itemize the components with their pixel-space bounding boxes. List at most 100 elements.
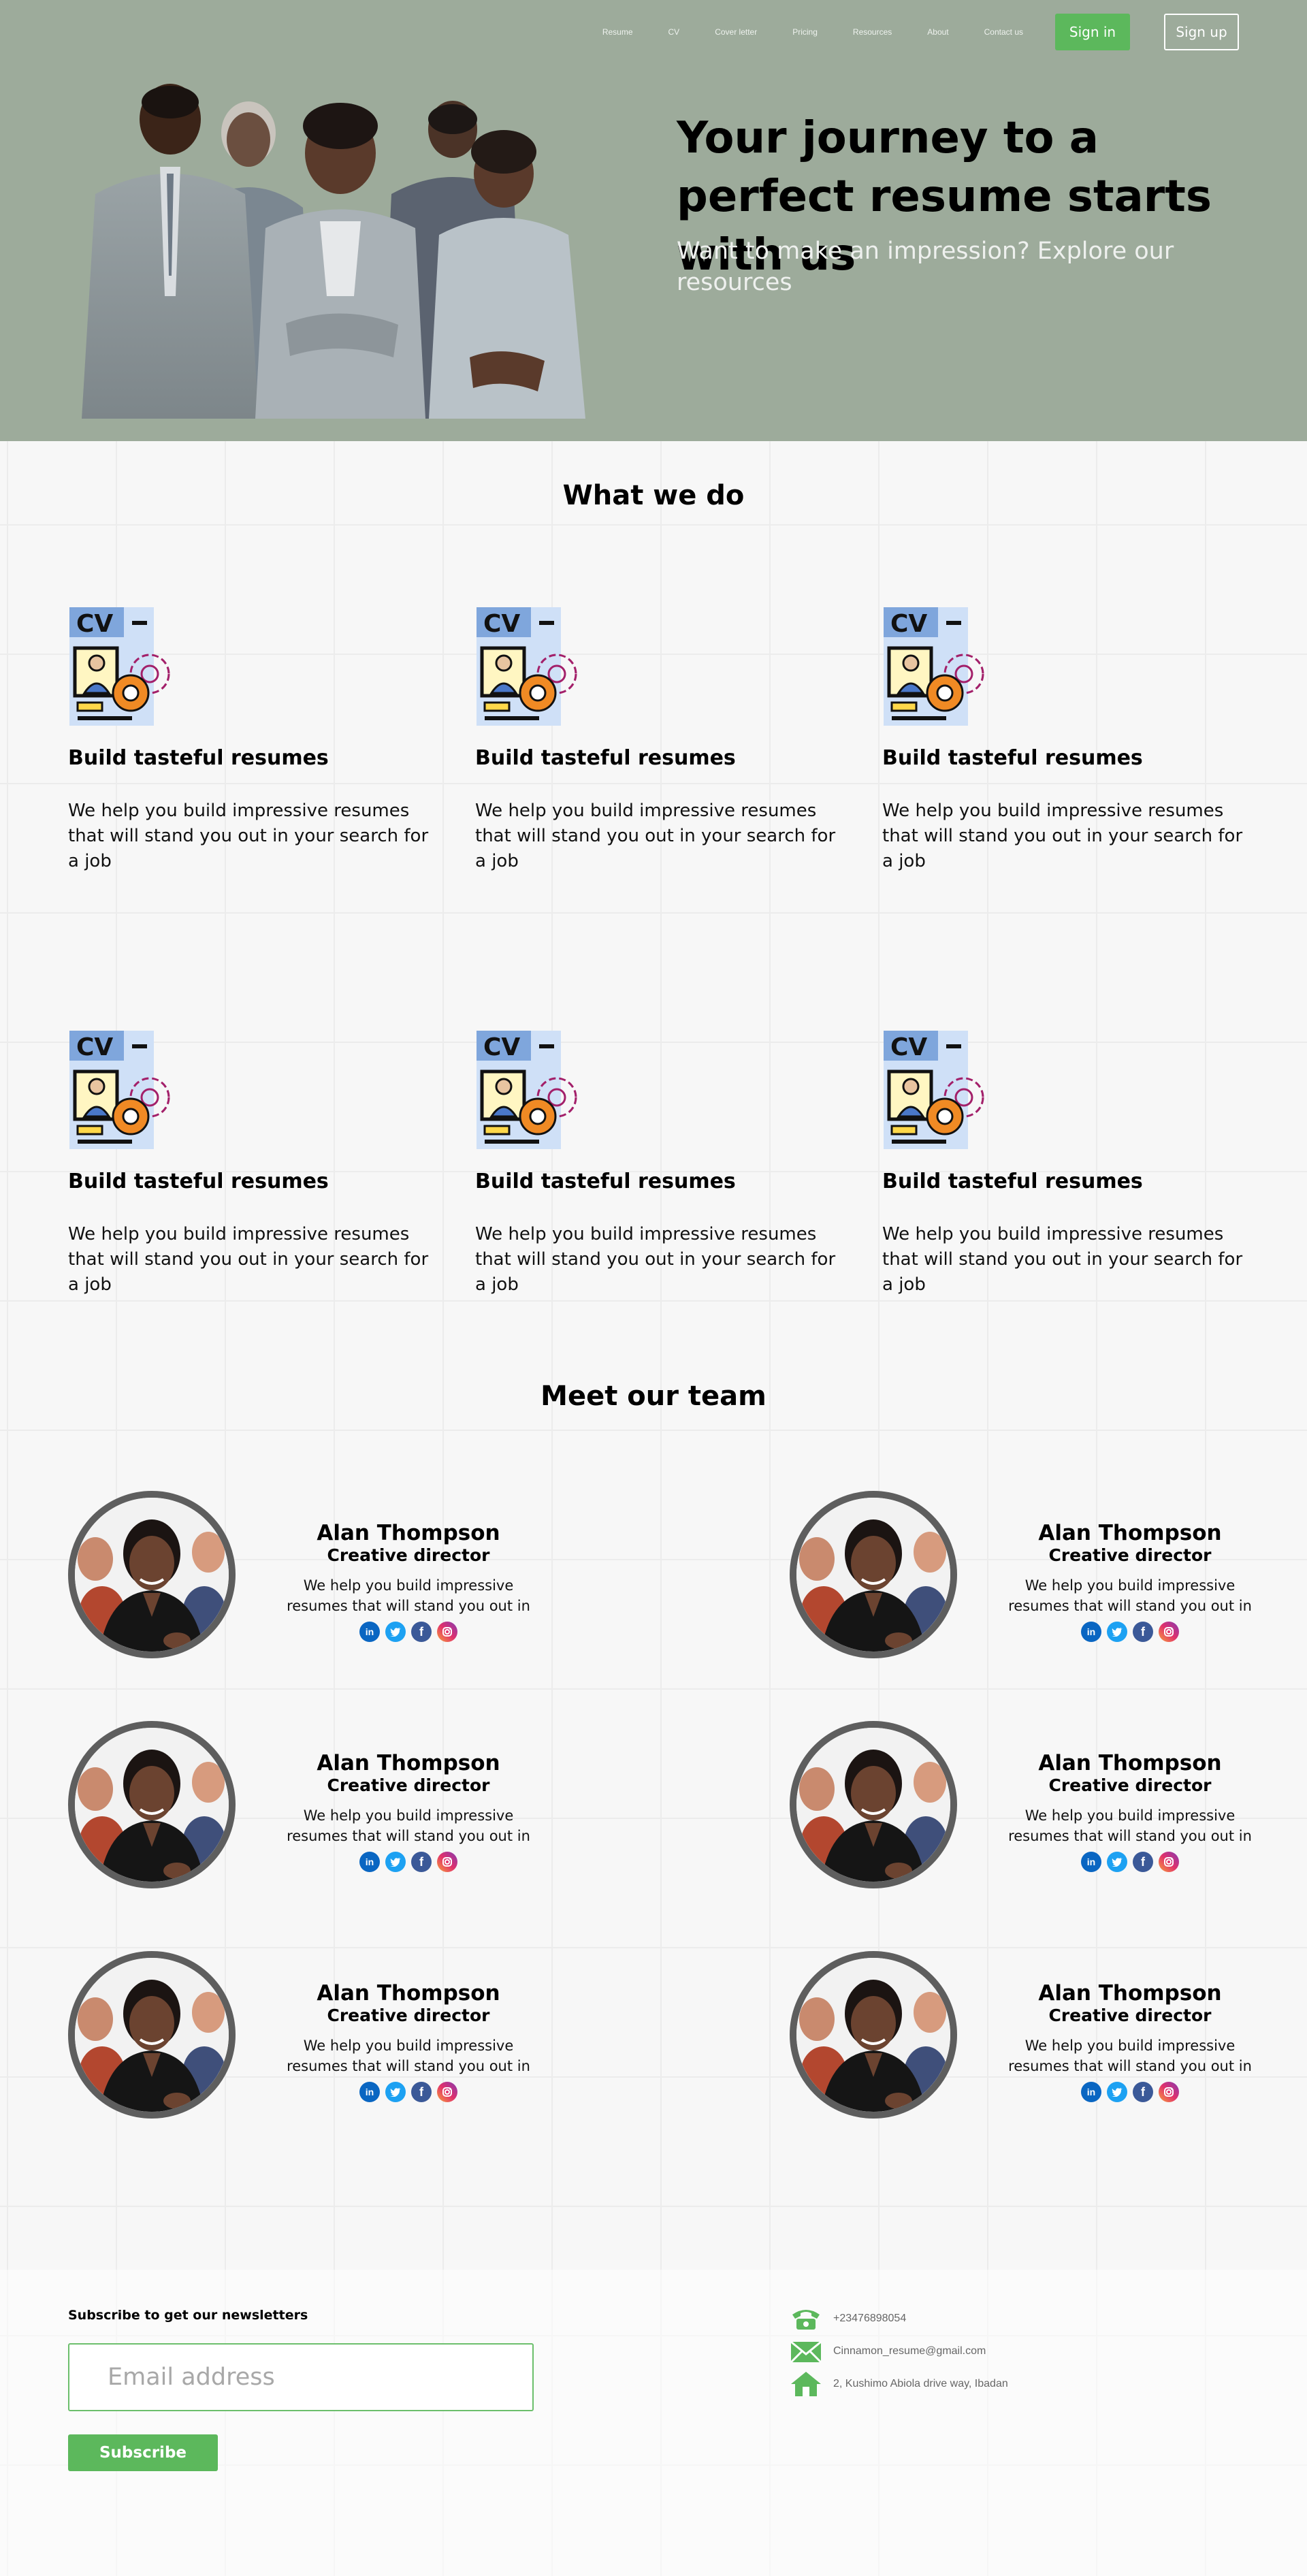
facebook-icon[interactable]: f — [1133, 1622, 1153, 1642]
service-title: Build tasteful resumes — [475, 746, 736, 770]
avatar — [790, 1721, 957, 1888]
social-links: in f — [272, 1622, 545, 1642]
member-bio: We help you build impressive resumes tha… — [287, 1577, 530, 1614]
hero-section: Resume CV Cover letter Pricing Resources… — [0, 0, 1307, 441]
portrait-image — [75, 1958, 229, 2112]
phone-icon — [792, 2310, 820, 2330]
member-info: Alan Thompson Creative director We help … — [994, 1521, 1266, 1642]
nav-link-cover-letter[interactable]: Cover letter — [715, 27, 757, 37]
team-member-card: Alan Thompson Creative director We help … — [68, 1491, 545, 1661]
twitter-icon[interactable] — [385, 1622, 406, 1642]
member-name: Alan Thompson — [317, 1521, 500, 1545]
member-name: Alan Thompson — [1038, 1981, 1222, 2006]
mail-icon — [790, 2340, 822, 2364]
cv-icon: CV — [477, 1031, 577, 1149]
linkedin-icon[interactable]: in — [359, 1852, 380, 1872]
member-name: Alan Thompson — [317, 1981, 500, 2006]
what-we-do-heading: What we do — [562, 480, 745, 511]
social-links: in f — [994, 1622, 1266, 1642]
member-role: Creative director — [327, 1775, 490, 1795]
cv-icon: CV — [69, 607, 170, 726]
service-title: Build tasteful resumes — [882, 1170, 1143, 1193]
member-role: Creative director — [1048, 1545, 1212, 1565]
team-member-card: Alan Thompson Creative director We help … — [790, 1951, 1266, 2121]
newsletter-label: Subscribe to get our newsletters — [68, 2308, 308, 2323]
service-card: CV Build tasteful resumes We help you bu… — [882, 606, 1250, 874]
email-input[interactable] — [68, 2343, 534, 2411]
team-member-card: Alan Thompson Creative director We help … — [790, 1721, 1266, 1891]
facebook-icon[interactable]: f — [411, 2082, 432, 2102]
social-links: in f — [272, 1852, 545, 1872]
twitter-icon[interactable] — [1107, 1622, 1127, 1642]
linkedin-icon[interactable]: in — [1081, 1622, 1101, 1642]
subscribe-button[interactable]: Subscribe — [68, 2434, 218, 2471]
contact-address-text: 2, Kushimo Abiola drive way, Ibadan — [833, 2378, 1008, 2389]
nav-link-resume[interactable]: Resume — [602, 27, 633, 37]
instagram-icon[interactable] — [437, 2082, 457, 2102]
member-role: Creative director — [1048, 1775, 1212, 1795]
member-info: Alan Thompson Creative director We help … — [994, 1981, 1266, 2102]
portrait-image — [75, 1728, 229, 1882]
avatar — [68, 1491, 236, 1658]
svg-text:CV: CV — [890, 1033, 927, 1061]
instagram-icon[interactable] — [1159, 1852, 1179, 1872]
svg-text:CV: CV — [76, 610, 113, 638]
twitter-icon[interactable] — [385, 2082, 406, 2102]
instagram-icon[interactable] — [1159, 2082, 1179, 2102]
facebook-icon[interactable]: f — [411, 1622, 432, 1642]
member-bio: We help you build impressive resumes tha… — [287, 1807, 530, 1844]
service-title: Build tasteful resumes — [475, 1170, 736, 1193]
linkedin-icon[interactable]: in — [1081, 1852, 1101, 1872]
team-heading: Meet our team — [540, 1381, 767, 1412]
nav-link-resources[interactable]: Resources — [853, 27, 892, 37]
member-info: Alan Thompson Creative director We help … — [272, 1751, 545, 1872]
service-title: Build tasteful resumes — [882, 746, 1143, 770]
member-name: Alan Thompson — [1038, 1751, 1222, 1775]
portrait-image — [796, 1958, 950, 2112]
member-role: Creative director — [1048, 2006, 1212, 2025]
twitter-icon[interactable] — [1107, 1852, 1127, 1872]
service-description: We help you build impressive resumes tha… — [882, 801, 1243, 871]
service-description: We help you build impressive resumes tha… — [68, 801, 429, 871]
instagram-icon[interactable] — [437, 1852, 457, 1872]
linkedin-icon[interactable]: in — [359, 2082, 380, 2102]
team-member-card: Alan Thompson Creative director We help … — [790, 1491, 1266, 1661]
member-info: Alan Thompson Creative director We help … — [994, 1751, 1266, 1872]
portrait-image — [796, 1728, 950, 1882]
member-bio: We help you build impressive resumes tha… — [1008, 1577, 1252, 1614]
svg-text:CV: CV — [76, 1033, 113, 1061]
service-description: We help you build impressive resumes tha… — [68, 1224, 429, 1295]
service-card: CV Build tasteful resumes We help you bu… — [475, 606, 843, 874]
facebook-icon[interactable]: f — [1133, 2082, 1153, 2102]
twitter-icon[interactable] — [1107, 2082, 1127, 2102]
nav-link-pricing[interactable]: Pricing — [792, 27, 818, 37]
cv-icon: CV — [884, 1031, 984, 1149]
facebook-icon[interactable]: f — [411, 1852, 432, 1872]
nav-link-cv[interactable]: CV — [668, 27, 680, 37]
avatar — [68, 1721, 236, 1888]
member-name: Alan Thompson — [317, 1751, 500, 1775]
linkedin-icon[interactable]: in — [359, 1622, 380, 1642]
sign-up-button[interactable]: Sign up — [1164, 14, 1239, 50]
twitter-icon[interactable] — [385, 1852, 406, 1872]
cv-icon: CV — [69, 1031, 170, 1149]
home-icon — [791, 2372, 821, 2396]
linkedin-icon[interactable]: in — [1081, 2082, 1101, 2102]
facebook-icon[interactable]: f — [1133, 1852, 1153, 1872]
nav-link-about[interactable]: About — [927, 27, 948, 37]
contact-phone: +23476898054 — [790, 2305, 906, 2332]
instagram-icon[interactable] — [437, 1622, 457, 1642]
sign-in-button[interactable]: Sign in — [1055, 14, 1130, 50]
nav-link-contact[interactable]: Contact us — [984, 27, 1023, 37]
svg-text:CV: CV — [890, 610, 927, 638]
avatar — [790, 1491, 957, 1658]
team-member-card: Alan Thompson Creative director We help … — [68, 1951, 545, 2121]
service-card: CV Build tasteful resumes We help you bu… — [68, 1029, 436, 1298]
hero-subtitle: Want to make an impression? Explore our … — [677, 238, 1174, 296]
member-bio: We help you build impressive resumes tha… — [287, 2038, 530, 2074]
member-role: Creative director — [327, 1545, 490, 1565]
cv-icon: CV — [884, 607, 984, 726]
service-description: We help you build impressive resumes tha… — [475, 801, 836, 871]
service-description: We help you build impressive resumes tha… — [475, 1224, 836, 1295]
instagram-icon[interactable] — [1159, 1622, 1179, 1642]
